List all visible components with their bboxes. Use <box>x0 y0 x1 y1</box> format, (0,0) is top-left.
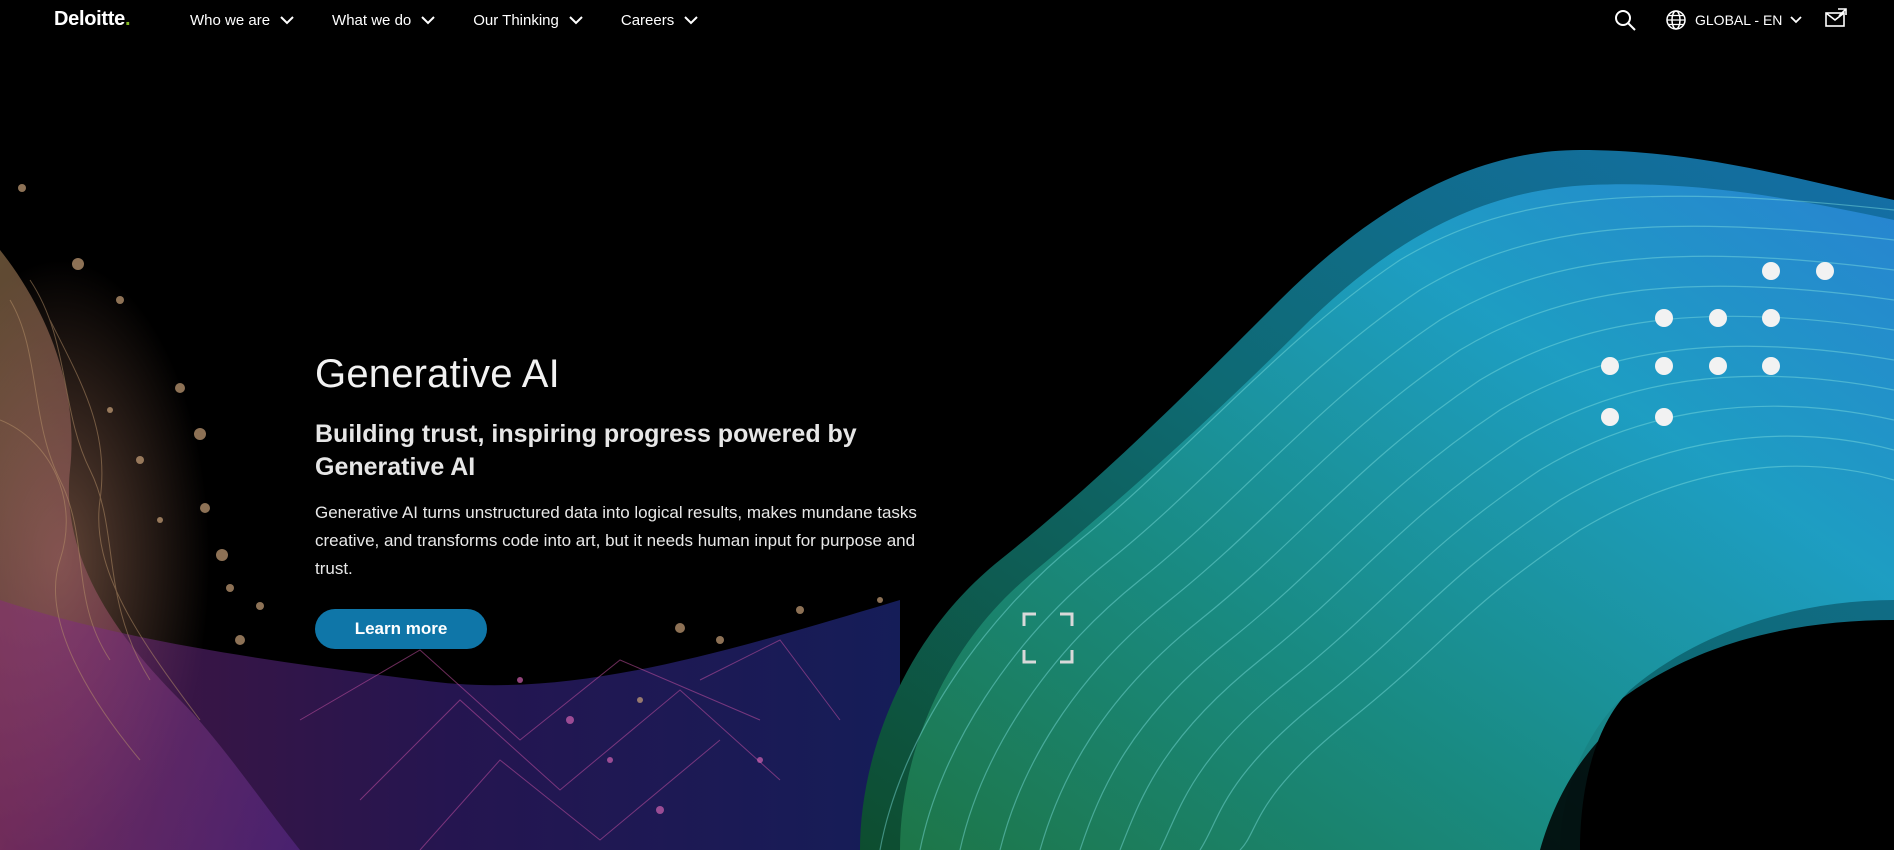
nav-item-label: Who we are <box>190 11 271 29</box>
logo-dot: . <box>124 8 131 30</box>
site-header: Deloitte. Who we are What we do Our Thin… <box>0 0 1894 40</box>
nav-item-our-thinking[interactable]: Our Thinking <box>473 12 583 29</box>
nav-item-careers[interactable]: Careers <box>621 12 698 29</box>
globe-icon <box>1666 10 1686 30</box>
search-icon[interactable] <box>1613 8 1637 32</box>
nav-item-who-we-are[interactable]: Who we are <box>190 12 294 29</box>
chevron-down-icon <box>280 16 294 25</box>
nav-item-what-we-do[interactable]: What we do <box>332 12 435 29</box>
nav-item-label: Our Thinking <box>473 11 559 29</box>
main-nav: Who we are What we do Our Thinking Caree… <box>190 0 736 40</box>
hero-section: Generative AI Building trust, inspiring … <box>315 352 935 649</box>
locale-selector[interactable]: GLOBAL - EN <box>1665 8 1803 32</box>
learn-more-button[interactable]: Learn more <box>315 609 487 649</box>
chevron-down-icon <box>421 16 435 25</box>
hero-title: Building trust, inspiring progress power… <box>315 420 857 481</box>
hero-background-art <box>0 150 1894 850</box>
hero-eyebrow: Generative AI <box>315 352 560 396</box>
expand-icon[interactable] <box>1022 612 1074 664</box>
contact-icon[interactable] <box>1824 8 1848 28</box>
nav-item-label: Careers <box>620 11 675 29</box>
chevron-down-icon <box>569 16 583 25</box>
deloitte-logo[interactable]: Deloitte. <box>54 8 131 31</box>
chevron-down-icon <box>684 16 698 25</box>
nav-item-label: What we do <box>332 11 412 29</box>
chevron-down-icon <box>1790 16 1803 24</box>
locale-label: GLOBAL - EN <box>1695 12 1783 28</box>
logo-text: Deloitte <box>54 8 125 30</box>
hero-description: Generative AI turns unstructured data in… <box>315 503 917 578</box>
page: Deloitte. Who we are What we do Our Thin… <box>0 0 1894 850</box>
